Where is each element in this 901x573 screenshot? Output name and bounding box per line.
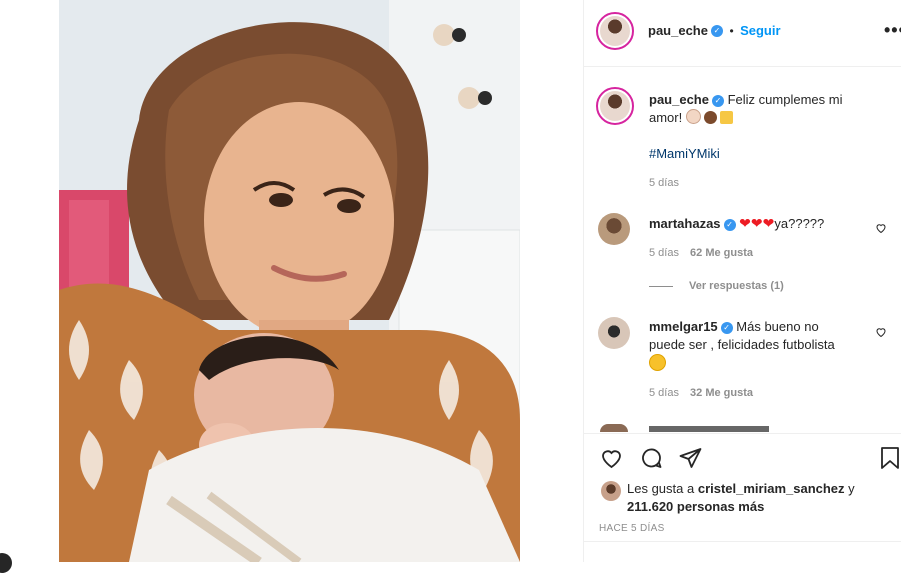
like-comment-icon[interactable] xyxy=(875,222,887,237)
carousel-prev-button[interactable] xyxy=(0,553,12,573)
header-divider xyxy=(584,66,901,67)
post-photo[interactable] xyxy=(59,0,520,562)
likes-count[interactable]: 211.620 personas más xyxy=(627,499,764,514)
like-icon[interactable] xyxy=(599,446,624,470)
red-heart-icon: ❤ xyxy=(739,215,751,231)
comment-body-line1: Más bueno no xyxy=(736,319,819,334)
verified-icon: ✓ xyxy=(723,218,736,231)
commenter-avatar[interactable] xyxy=(598,213,630,245)
comment-username[interactable]: martahazas xyxy=(649,216,721,231)
author-avatar[interactable] xyxy=(596,12,634,50)
commenter-avatar[interactable] xyxy=(600,424,628,432)
actions-divider xyxy=(584,433,901,434)
comment-text: mmelgar15 ✓ Más bueno no puede ser , feli… xyxy=(649,318,864,374)
baby-emoji-icon xyxy=(685,109,701,124)
comment-time[interactable]: 5 días xyxy=(649,387,679,399)
like-comment-icon[interactable] xyxy=(875,326,887,341)
more-options-icon[interactable]: ••• xyxy=(884,20,901,41)
post-timestamp[interactable]: HACE 5 DÍAS xyxy=(599,523,665,534)
replies-line xyxy=(649,286,673,287)
comment-meta: 5 días 32 Me gusta xyxy=(649,387,753,399)
caption-username[interactable]: pau_eche xyxy=(649,92,709,107)
comment-likes[interactable]: 62 Me gusta xyxy=(690,247,753,259)
party-popper-icon xyxy=(719,111,733,124)
likes-summary: Les gusta a cristel_miriam_sanchez y 211… xyxy=(627,480,897,516)
likes-prefix: Les gusta a xyxy=(627,481,695,496)
bookmark-icon[interactable] xyxy=(878,446,901,470)
verified-icon: ✓ xyxy=(711,94,724,107)
caption-hashtag[interactable]: #MamiYMiki xyxy=(649,146,720,161)
red-heart-icon: ❤ xyxy=(750,215,763,231)
caption-avatar[interactable] xyxy=(596,87,634,125)
heart-eyes-emoji-icon xyxy=(649,354,666,371)
verified-icon: ✓ xyxy=(710,24,723,37)
liker-avatar[interactable] xyxy=(601,481,621,501)
share-icon[interactable] xyxy=(678,446,703,470)
caption-time[interactable]: 5 días xyxy=(649,177,679,189)
post-header: pau_eche ✓ • Seguir xyxy=(648,22,781,40)
comment-time[interactable]: 5 días xyxy=(649,247,679,259)
comment-icon[interactable] xyxy=(639,446,664,470)
likes-conj: y xyxy=(848,481,855,496)
author-username[interactable]: pau_eche xyxy=(648,23,708,38)
comment-body-line2: puede ser , felicidades futbolista xyxy=(649,337,835,352)
red-heart-icon: ❤ xyxy=(762,215,775,231)
comment-meta: 5 días 62 Me gusta xyxy=(649,247,753,259)
liker-username[interactable]: cristel_miriam_sanchez xyxy=(698,481,845,496)
comment-username[interactable]: mmelgar15 xyxy=(649,319,718,334)
comment-likes[interactable]: 32 Me gusta xyxy=(690,387,753,399)
cake-emoji-icon xyxy=(703,111,717,124)
comment-body: ya????? xyxy=(774,216,825,231)
follow-button[interactable]: Seguir xyxy=(740,23,780,38)
commenter-avatar[interactable] xyxy=(598,317,630,349)
comment-text: martahazas ✓ ❤❤❤ya????? xyxy=(649,214,824,233)
header-separator: • xyxy=(729,24,734,38)
view-replies-link[interactable]: Ver respuestas (1) xyxy=(689,280,784,292)
verified-icon: ✓ xyxy=(720,321,733,334)
comment-box-divider xyxy=(584,541,901,542)
comment-text xyxy=(649,426,769,432)
caption-text: pau_eche ✓ Feliz cumplemes mi amor! xyxy=(649,91,859,127)
